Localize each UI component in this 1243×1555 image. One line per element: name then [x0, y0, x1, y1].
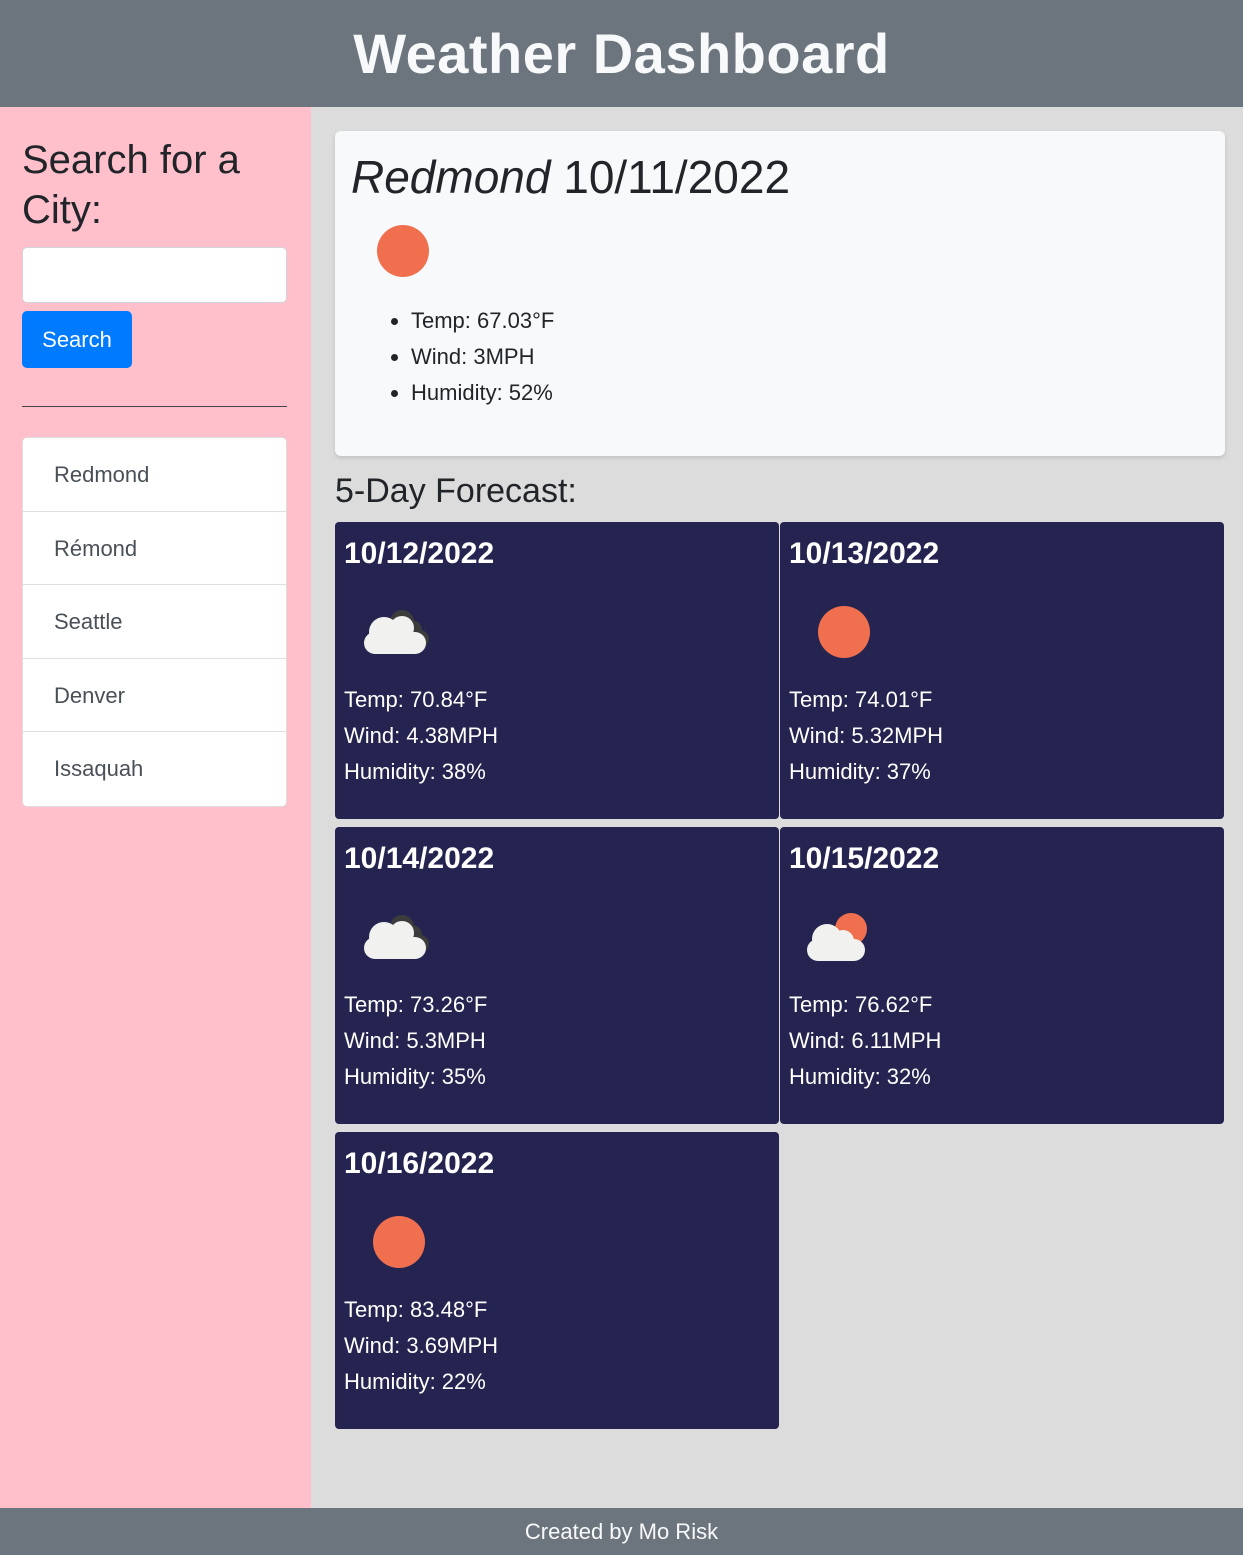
footer-credit: Created by Mo Risk	[524, 1518, 719, 1544]
history-item-issaquah[interactable]: Issaquah	[23, 732, 286, 806]
broken-clouds-icon	[344, 899, 770, 979]
sidebar: Search for a City: Search Redmond Rémond…	[0, 107, 311, 1508]
partly-cloudy-icon	[789, 899, 1215, 979]
history-item-remond[interactable]: Rémond	[23, 512, 286, 585]
current-temp: Temp: 67.03°F	[411, 303, 1209, 339]
forecast-temp: Temp: 70.84°F	[344, 687, 488, 712]
page-footer: Created by Mo Risk	[0, 1508, 1243, 1555]
forecast-card: 10/14/2022 Temp: 73.26°F Wind: 5.3MPH Hu…	[335, 827, 779, 1124]
forecast-wind: Wind: 5.3MPH	[344, 1028, 486, 1053]
forecast-wind: Wind: 6.11MPH	[789, 1028, 942, 1053]
forecast-wind: Wind: 5.32MPH	[789, 723, 944, 748]
forecast-card: 10/15/2022 Temp: 76.62°F Wind: 6.11MPH H…	[780, 827, 1224, 1124]
current-weather-title: Redmond 10/11/2022	[351, 149, 1209, 205]
forecast-wind: Wind: 3.69MPH	[344, 1333, 499, 1358]
broken-clouds-icon	[344, 594, 770, 674]
search-button[interactable]: Search	[22, 311, 132, 368]
forecast-temp: Temp: 73.26°F	[344, 992, 488, 1017]
forecast-temp: Temp: 76.62°F	[789, 992, 933, 1017]
page-title: Weather Dashboard	[353, 22, 890, 85]
page-header: Weather Dashboard	[0, 0, 1243, 107]
forecast-date: 10/13/2022	[789, 537, 940, 570]
forecast-date: 10/15/2022	[789, 842, 940, 875]
search-heading: Search for a City:	[22, 138, 240, 232]
forecast-wind: Wind: 4.38MPH	[344, 723, 499, 748]
city-search-input[interactable]	[22, 247, 287, 303]
current-wind: Wind: 3MPH	[411, 339, 1209, 375]
current-city: Redmond	[351, 151, 551, 203]
sidebar-divider	[22, 406, 287, 407]
current-weather-details: Temp: 67.03°F Wind: 3MPH Humidity: 52%	[411, 303, 1209, 411]
forecast-humidity: Humidity: 37%	[789, 759, 931, 784]
search-history-list: Redmond Rémond Seattle Denver Issaquah	[22, 437, 287, 807]
forecast-grid: 10/12/2022 Temp: 70.84°F Wind: 4.38MPH H…	[335, 522, 1224, 1429]
sun-icon	[344, 1204, 770, 1284]
forecast-date: 10/16/2022	[344, 1147, 495, 1180]
forecast-card: 10/13/2022 Temp: 74.01°F Wind: 5.32MPH H…	[780, 522, 1224, 819]
current-weather-card: Redmond 10/11/2022 Temp: 67.03°F Wind: 3…	[335, 131, 1225, 456]
forecast-humidity: Humidity: 32%	[789, 1064, 931, 1089]
forecast-humidity: Humidity: 35%	[344, 1064, 486, 1089]
forecast-date: 10/14/2022	[344, 842, 495, 875]
forecast-card: 10/16/2022 Temp: 83.48°F Wind: 3.69MPH H…	[335, 1132, 779, 1429]
forecast-humidity: Humidity: 38%	[344, 759, 486, 784]
forecast-temp: Temp: 83.48°F	[344, 1297, 488, 1322]
forecast-title: 5-Day Forecast:	[335, 472, 577, 510]
sun-icon	[789, 594, 1215, 674]
sun-icon	[377, 225, 429, 277]
history-item-denver[interactable]: Denver	[23, 659, 286, 732]
forecast-humidity: Humidity: 22%	[344, 1369, 486, 1394]
history-item-seattle[interactable]: Seattle	[23, 585, 286, 659]
main-content: Redmond 10/11/2022 Temp: 67.03°F Wind: 3…	[311, 107, 1243, 1508]
forecast-card: 10/12/2022 Temp: 70.84°F Wind: 4.38MPH H…	[335, 522, 779, 819]
current-date: 10/11/2022	[563, 151, 791, 203]
forecast-date: 10/12/2022	[344, 537, 495, 570]
history-item-redmond[interactable]: Redmond	[23, 438, 286, 512]
current-humidity: Humidity: 52%	[411, 375, 1209, 411]
forecast-temp: Temp: 74.01°F	[789, 687, 933, 712]
